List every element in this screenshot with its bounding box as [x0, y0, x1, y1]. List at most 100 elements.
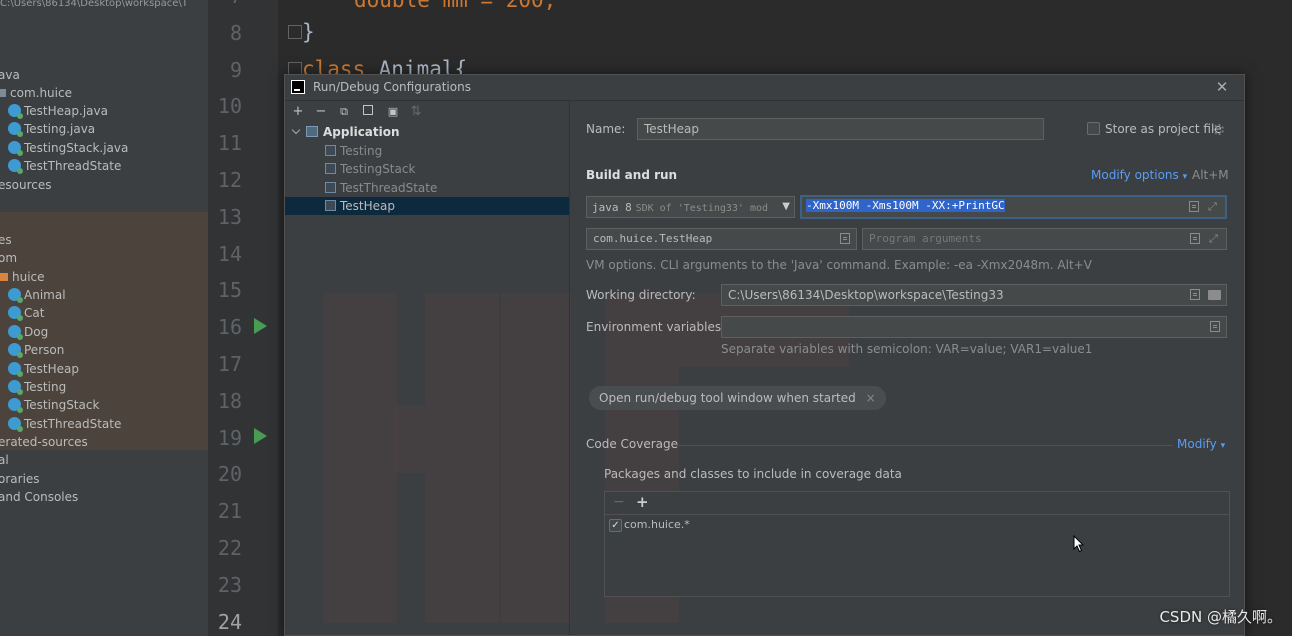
close-icon[interactable]: × [866, 391, 876, 405]
line-number: 16 [217, 315, 242, 340]
project-tree-item-label: es [0, 233, 12, 247]
application-icon [306, 126, 318, 137]
project-tree-item[interactable]: com.huice [0, 84, 72, 102]
project-tree-item[interactable]: and Consoles [0, 488, 78, 506]
environment-variables-field[interactable] [721, 316, 1227, 338]
project-tree-item-label: erated-sources [0, 435, 88, 449]
project-tree-item[interactable]: ava [0, 66, 20, 84]
project-tree-item[interactable]: al [0, 451, 9, 469]
sort-icon[interactable]: ⇅ [409, 105, 423, 119]
project-tree-item[interactable]: esources [0, 176, 51, 194]
save-icon[interactable] [361, 105, 375, 119]
run-gutter-icon[interactable] [254, 428, 267, 444]
tree-group-application[interactable]: Application [291, 123, 400, 141]
project-tree-item[interactable]: es [0, 231, 12, 249]
line-number: 9 [229, 57, 242, 82]
remove-icon[interactable]: − [613, 494, 625, 510]
modify-coverage-link[interactable]: Modify ▾ [1177, 437, 1225, 451]
project-tree-item-label: huice [12, 270, 45, 284]
main-class-field[interactable]: com.huice.TestHeap [586, 228, 857, 250]
project-tree-item[interactable]: oraries [0, 470, 40, 488]
coverage-item-checkbox[interactable]: ✓ [609, 519, 622, 532]
tree-item-testthreadstate[interactable]: TestThreadState [325, 179, 437, 197]
program-arguments-field[interactable]: Program arguments ⤢ [862, 228, 1227, 250]
expand-editor-icon[interactable] [1190, 289, 1200, 300]
project-tree-item[interactable]: huice [0, 268, 45, 286]
project-tree-item[interactable]: TestingStack.java [8, 139, 128, 157]
coverage-list-panel: − + ✓ com.huice.* [604, 491, 1230, 597]
tree-item-testheap[interactable]: TestHeap [285, 197, 569, 216]
package-icon [0, 89, 6, 97]
jdk-select[interactable]: java 8 SDK of 'Testing33' mod ▼ [586, 196, 795, 218]
project-tree-panel: C:\Users\86134\Desktop\workspace\T ava co… [0, 0, 208, 636]
coverage-toolbar: − + [605, 492, 1229, 515]
line-number: 23 [217, 572, 242, 597]
project-tree-item[interactable]: TestHeap [8, 360, 79, 378]
java-class-icon [8, 122, 23, 137]
line-number: 22 [217, 536, 242, 560]
project-tree-item-label: al [0, 453, 9, 467]
project-tree-item[interactable]: TestHeap.java [8, 102, 108, 120]
project-tree-item-label: TestHeap.java [24, 104, 108, 118]
project-tree-item-label: Cat [24, 306, 45, 320]
project-path: C:\Users\86134\Desktop\workspace\T [0, 0, 188, 9]
project-tree-item[interactable]: om [0, 249, 17, 267]
section-divider [676, 445, 1173, 446]
chevron-down-icon: ▼ [782, 201, 790, 212]
configuration-icon [325, 163, 336, 174]
expand-icon[interactable]: ⤢ [1208, 201, 1219, 212]
add-icon[interactable]: + [291, 105, 305, 119]
configuration-icon [325, 200, 336, 211]
project-tree-item[interactable]: erated-sources [0, 433, 88, 451]
modify-options-link[interactable]: Modify options ▾ [1091, 168, 1187, 182]
tree-item-testingstack[interactable]: TestingStack [325, 160, 415, 178]
folder-icon[interactable] [1208, 290, 1221, 300]
project-tree-item-label: com.huice [10, 86, 72, 100]
java-class-icon [8, 141, 23, 156]
name-label: Name: [586, 122, 626, 136]
expand-editor-icon[interactable] [1190, 233, 1200, 244]
line-number: 19 [217, 425, 242, 450]
expand-editor-icon[interactable] [1189, 201, 1199, 212]
working-directory-label: Working directory: [586, 288, 696, 302]
edit-environment-icon[interactable] [1210, 321, 1220, 332]
expand-icon[interactable]: ⤢ [1209, 233, 1220, 244]
browse-class-icon[interactable] [840, 233, 850, 244]
project-tree-item[interactable]: Person [8, 341, 64, 359]
project-tree-item-label: TestThreadState [24, 159, 122, 173]
line-number: 20 [217, 462, 242, 487]
project-tree-item-label: Animal [24, 288, 66, 302]
copy-icon[interactable]: ⧉ [337, 105, 351, 119]
move-to-folder-icon[interactable]: ▣ [386, 105, 400, 119]
chevron-down-icon[interactable] [291, 125, 301, 135]
gear-icon[interactable] [1213, 124, 1224, 135]
java-class-icon [8, 288, 23, 303]
close-icon[interactable]: ✕ [1214, 79, 1230, 95]
working-directory-field[interactable]: C:\Users\86134\Desktop\workspace\Testing… [721, 284, 1227, 306]
project-tree-item-label: esources [0, 178, 52, 192]
project-tree-item[interactable]: TestThreadState [8, 415, 121, 433]
code-line-brace: } [302, 20, 315, 44]
project-tree-item[interactable]: TestingStack [8, 396, 99, 414]
open-tool-window-chip[interactable]: Open run/debug tool window when started … [589, 386, 886, 410]
store-as-project-file-checkbox[interactable] [1087, 122, 1100, 135]
name-field[interactable]: TestHeap [637, 118, 1044, 140]
project-tree-item[interactable]: Cat [8, 304, 44, 322]
environment-variables-hint: Separate variables with semicolon: VAR=v… [721, 342, 1093, 356]
project-tree-item[interactable]: Testing [8, 378, 66, 396]
java-class-icon [8, 306, 23, 321]
dialog-title-bar: Run/Debug Configurations ✕ [285, 75, 1244, 101]
modify-options-shortcut: Alt+M [1192, 168, 1229, 182]
fold-marker[interactable] [288, 25, 302, 39]
remove-icon[interactable]: − [314, 105, 328, 119]
vm-options-field[interactable]: -Xmx100M -Xms100M -XX:+PrintGC ⤢ [800, 195, 1227, 219]
project-tree-item[interactable]: Testing.java [8, 120, 95, 138]
run-gutter-icon[interactable] [254, 318, 267, 334]
project-tree-item[interactable]: Dog [8, 323, 48, 341]
project-tree-item[interactable]: Animal [8, 286, 66, 304]
tree-item-testing[interactable]: Testing [325, 142, 382, 160]
add-icon[interactable]: + [636, 493, 649, 511]
project-tree-item-label: TestThreadState [24, 417, 122, 431]
project-tree-item[interactable]: TestThreadState [8, 157, 121, 175]
line-number: 12 [217, 168, 242, 192]
